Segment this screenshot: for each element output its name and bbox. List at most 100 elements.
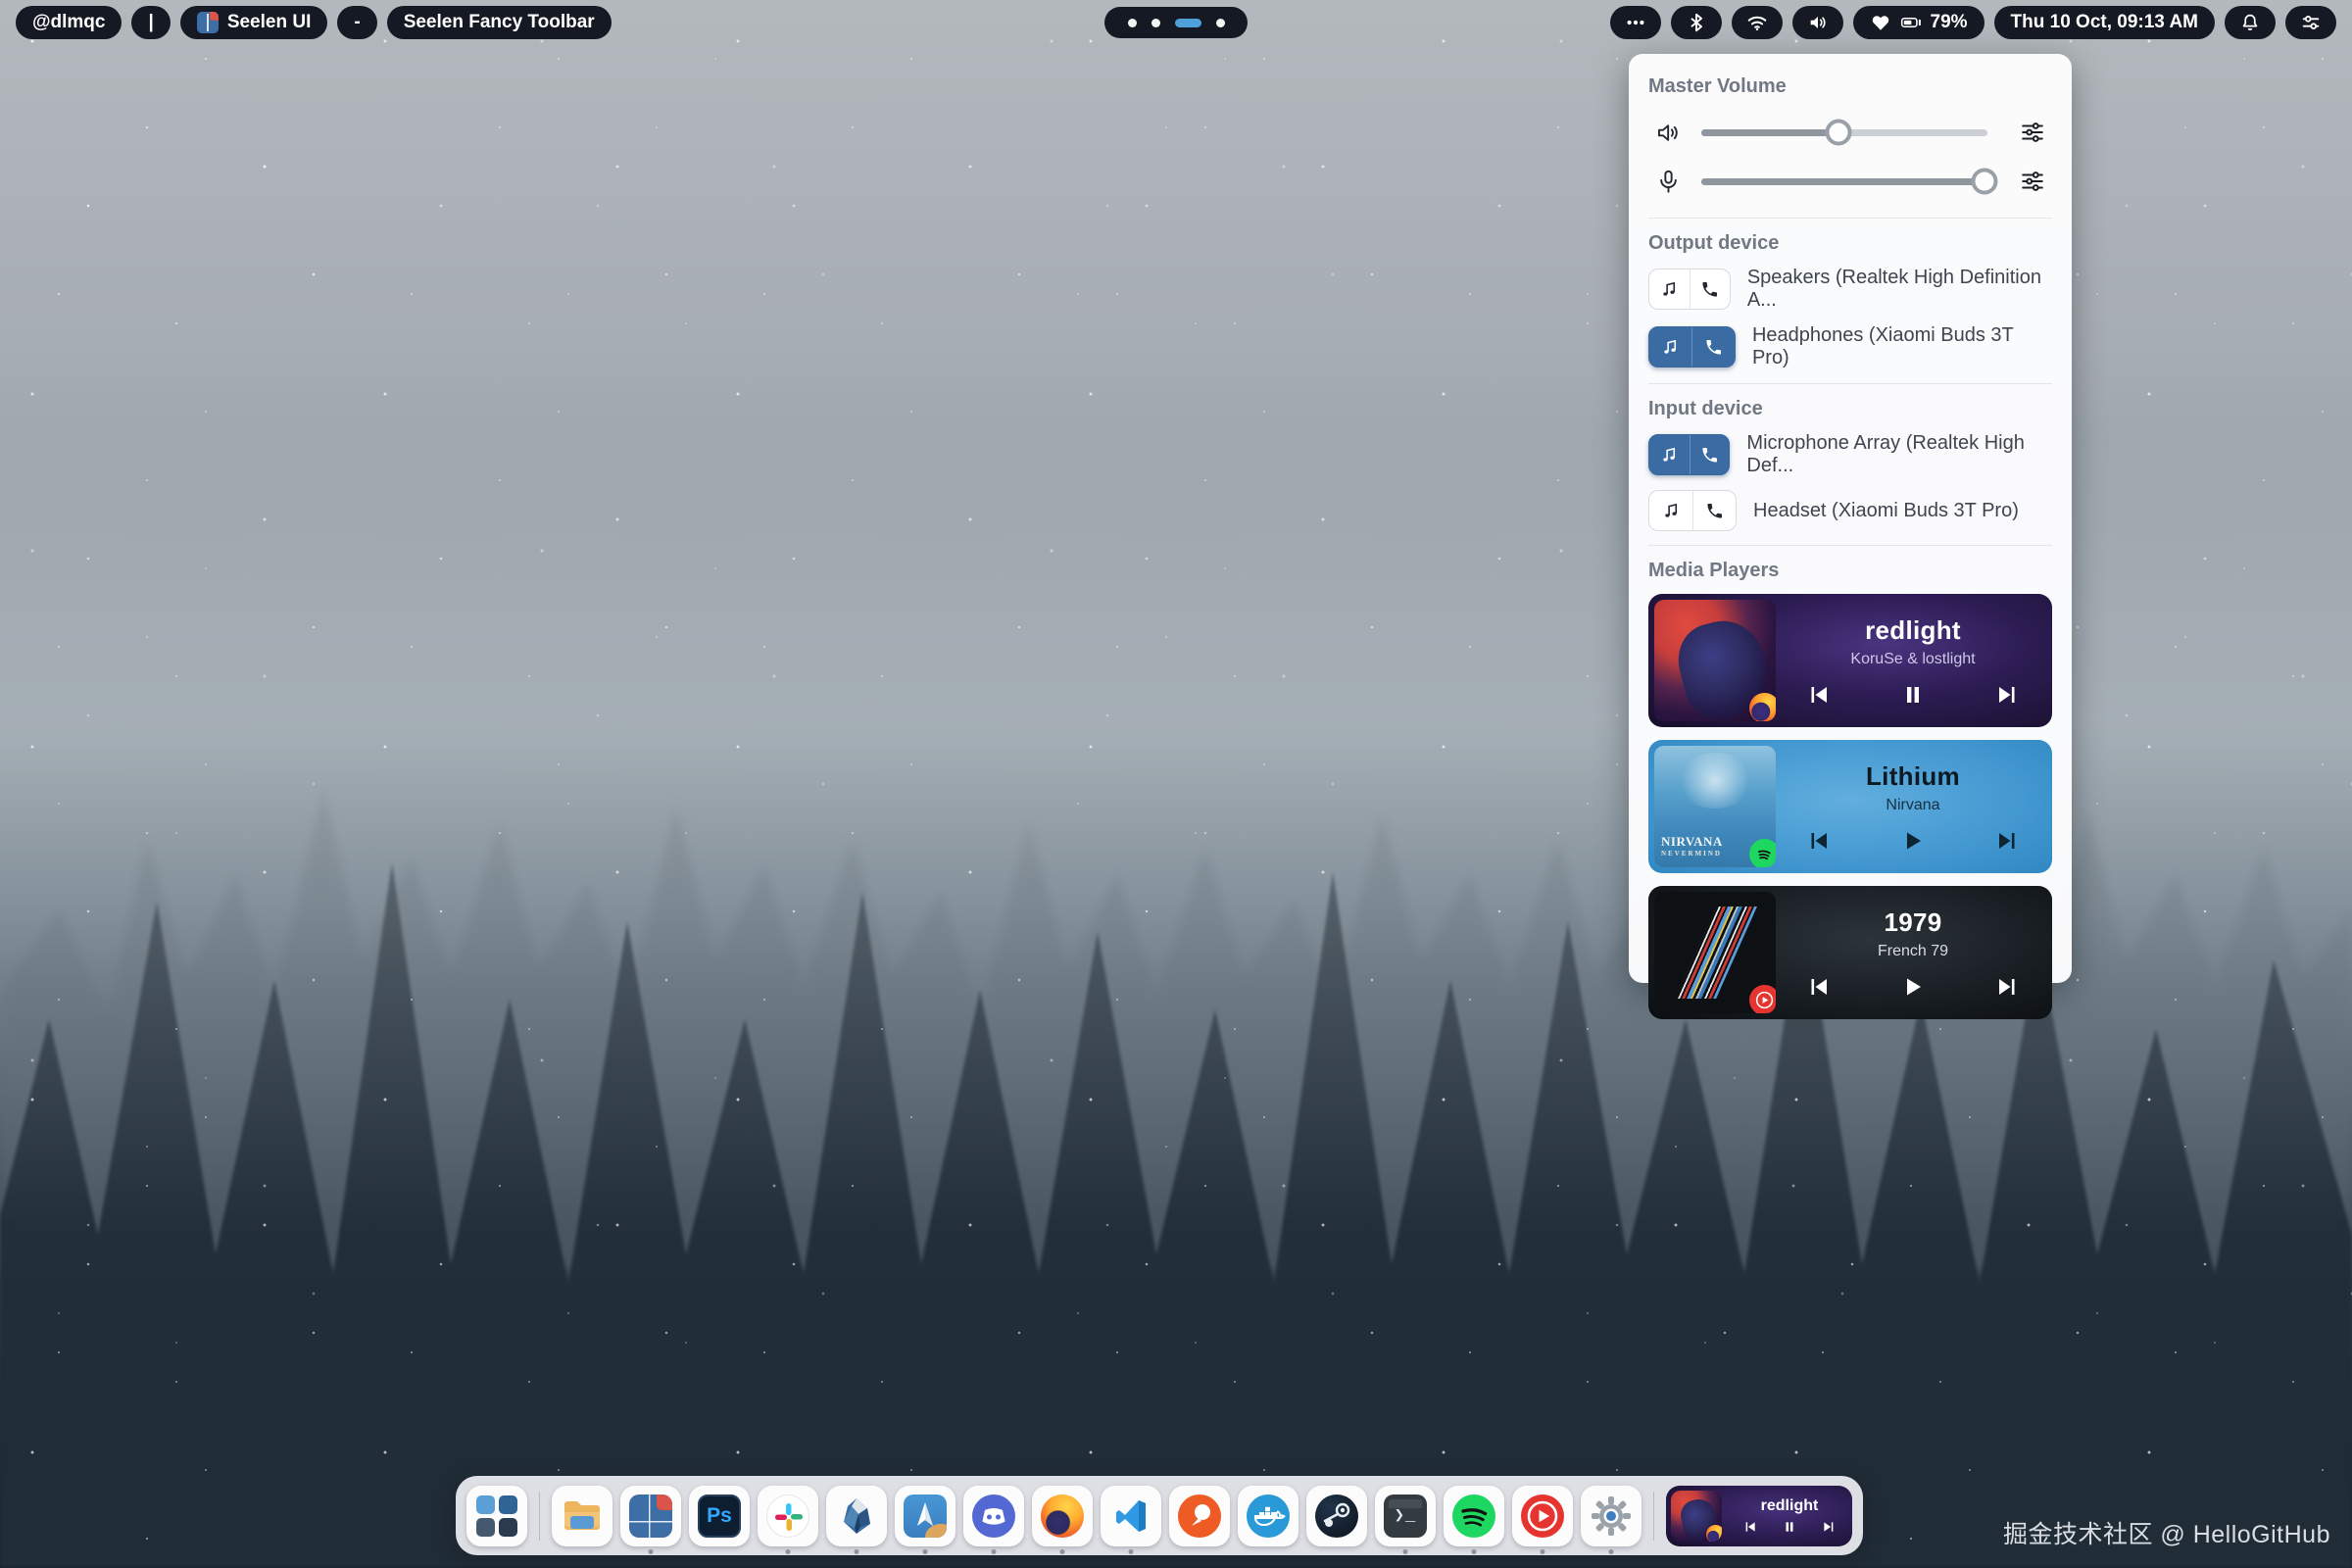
- multimedia-route-button[interactable]: [1649, 270, 1690, 309]
- photoshop-label: Ps: [707, 1504, 732, 1528]
- dock-item-vscode[interactable]: [1101, 1486, 1161, 1546]
- phone-icon: [1700, 446, 1719, 465]
- mixer-icon: [2020, 169, 2045, 194]
- speaker-volume-slider[interactable]: [1701, 129, 1987, 136]
- microphone-slider-fill: [1701, 178, 1984, 185]
- call-route-button-active[interactable]: [1691, 327, 1734, 367]
- microphone-icon: [1648, 169, 1688, 195]
- dock-item-discord[interactable]: [963, 1486, 1024, 1546]
- bluetooth-button[interactable]: [1671, 6, 1722, 39]
- multimedia-route-button-active[interactable]: [1649, 435, 1690, 474]
- app-launcher-icon: [476, 1495, 517, 1537]
- multimedia-route-button-active[interactable]: [1649, 327, 1691, 367]
- seelen-ui-pill[interactable]: Seelen UI: [180, 6, 328, 39]
- dock-item-steam[interactable]: [1306, 1486, 1367, 1546]
- spotify-badge-icon: [1749, 839, 1776, 867]
- previous-track-button[interactable]: [1807, 975, 1831, 999]
- call-route-button[interactable]: [1692, 491, 1736, 530]
- next-track-button[interactable]: [1995, 975, 2019, 999]
- track-artist: KoruSe & lostlight: [1850, 651, 1975, 668]
- album-art-french79: [1654, 892, 1776, 1013]
- speaker-slider-thumb[interactable]: [1826, 120, 1852, 146]
- pause-button[interactable]: [1901, 683, 1925, 707]
- previous-track-button[interactable]: [1743, 1520, 1757, 1534]
- workspace-dot-4[interactable]: [1216, 19, 1225, 27]
- dock-item-slack[interactable]: [758, 1486, 818, 1546]
- play-icon: [1901, 829, 1925, 853]
- previous-icon: [1807, 829, 1831, 853]
- speaker-mixer-button[interactable]: [2013, 120, 2052, 145]
- device-toggle-group: [1648, 434, 1730, 475]
- clock-label: Thu 10 Oct, 09:13 AM: [2011, 12, 2198, 33]
- dock-item-docker[interactable]: [1238, 1486, 1298, 1546]
- next-track-button[interactable]: [1995, 829, 2019, 853]
- music-note-icon: [1660, 280, 1679, 299]
- dock-item-photoshop[interactable]: Ps: [689, 1486, 750, 1546]
- youtube-music-icon: [1521, 1494, 1564, 1538]
- workspace-dot-3-active[interactable]: [1175, 19, 1201, 27]
- microphone-volume-row: [1648, 159, 2052, 204]
- pause-button[interactable]: [1783, 1520, 1796, 1534]
- dock-item-youtube-music[interactable]: [1512, 1486, 1573, 1546]
- dash-label: -: [354, 12, 360, 33]
- dock-item-terminal[interactable]: ❯_: [1375, 1486, 1436, 1546]
- player-meta: redlight KoruSe & lostlight: [1782, 594, 2052, 727]
- separator-label: |: [148, 12, 153, 33]
- widget-album-art: [1671, 1491, 1722, 1542]
- dock-item-crystal-app[interactable]: [826, 1486, 887, 1546]
- microphone-slider-thumb[interactable]: [1972, 169, 1998, 195]
- dock-item-firefox[interactable]: [1032, 1486, 1093, 1546]
- volume-button[interactable]: [1792, 6, 1843, 39]
- dock-item-spotify[interactable]: [1444, 1486, 1504, 1546]
- battery-pill[interactable]: 79%: [1853, 6, 1984, 39]
- launcher-square: [476, 1495, 495, 1514]
- quick-settings-button[interactable]: [2285, 6, 2336, 39]
- next-track-button[interactable]: [1995, 683, 2019, 707]
- player-controls: [1807, 829, 2019, 853]
- window-title-pill[interactable]: Seelen Fancy Toolbar: [387, 6, 612, 39]
- docker-icon: [1247, 1494, 1290, 1538]
- dock-item-paper-plane-app[interactable]: [895, 1486, 956, 1546]
- dock-item-settings[interactable]: [1581, 1486, 1642, 1546]
- device-name[interactable]: Speakers (Realtek High Definition A...: [1747, 267, 2052, 312]
- battery-percent-label: 79%: [1931, 12, 1968, 33]
- device-name[interactable]: Headset (Xiaomi Buds 3T Pro): [1753, 500, 2019, 522]
- battery-icon: [1900, 12, 1922, 33]
- dock-item-postman[interactable]: [1169, 1486, 1230, 1546]
- call-route-button[interactable]: [1690, 270, 1730, 309]
- next-track-button[interactable]: [1822, 1520, 1836, 1534]
- previous-track-button[interactable]: [1807, 829, 1831, 853]
- section-divider: [1648, 383, 2052, 384]
- notifications-button[interactable]: [2225, 6, 2276, 39]
- multimedia-route-button[interactable]: [1649, 491, 1692, 530]
- play-button[interactable]: [1901, 975, 1925, 999]
- workspace-pill: [1104, 7, 1248, 38]
- more-options-button[interactable]: [1610, 6, 1661, 39]
- output-device-headphones-row: Headphones (Xiaomi Buds 3T Pro): [1648, 324, 2052, 369]
- more-ellipsis-icon: [1625, 12, 1646, 33]
- call-route-button-active[interactable]: [1690, 435, 1730, 474]
- slack-icon: [766, 1494, 809, 1538]
- media-player-card-1979: 1979 French 79: [1648, 886, 2052, 1019]
- quick-settings-icon: [2300, 12, 2322, 33]
- input-device-headset-row: Headset (Xiaomi Buds 3T Pro): [1648, 490, 2052, 531]
- dock-item-app-launcher[interactable]: [466, 1486, 527, 1546]
- input-device-microphone-row: Microphone Array (Realtek High Def...: [1648, 432, 2052, 477]
- speaker-volume-row: [1648, 110, 2052, 155]
- microphone-volume-slider[interactable]: [1701, 178, 1987, 185]
- dock-media-widget[interactable]: redlight: [1666, 1486, 1852, 1546]
- microphone-mixer-button[interactable]: [2013, 169, 2052, 194]
- wifi-button[interactable]: [1732, 6, 1783, 39]
- clock-pill[interactable]: Thu 10 Oct, 09:13 AM: [1994, 6, 2215, 39]
- wifi-icon: [1746, 12, 1768, 33]
- workspace-dot-2[interactable]: [1152, 19, 1160, 27]
- workspace-dot-1[interactable]: [1128, 19, 1137, 27]
- user-handle-pill[interactable]: @dlmqc: [16, 6, 122, 39]
- previous-track-button[interactable]: [1807, 683, 1831, 707]
- dock-item-file-explorer[interactable]: [552, 1486, 612, 1546]
- play-button[interactable]: [1901, 829, 1925, 853]
- wallpaper-watermark: 掘金技术社区 @ HelloGitHub: [2003, 1515, 2330, 1550]
- device-name[interactable]: Microphone Array (Realtek High Def...: [1746, 432, 2052, 477]
- dock-item-seelen-ui[interactable]: [620, 1486, 681, 1546]
- device-name[interactable]: Headphones (Xiaomi Buds 3T Pro): [1752, 324, 2052, 369]
